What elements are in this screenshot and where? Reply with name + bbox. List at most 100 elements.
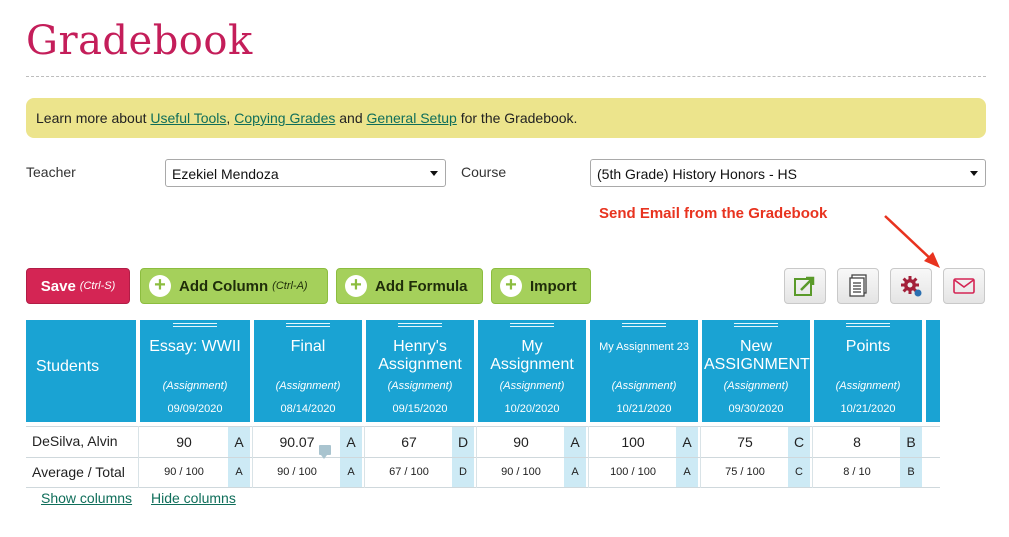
column-name: My Assignment 23 (599, 341, 689, 353)
show-columns-link[interactable]: Show columns (41, 490, 132, 506)
letter-grade: C (788, 458, 810, 487)
plus-icon: + (345, 275, 367, 297)
column-type: (Assignment) (723, 380, 789, 392)
info-banner: Learn more about Useful Tools, Copying G… (26, 98, 986, 138)
column-name: Points (845, 338, 891, 355)
hide-columns-link[interactable]: Hide columns (151, 490, 236, 506)
title-divider (26, 76, 986, 77)
callout-arrow-icon (884, 215, 940, 268)
add-column-shortcut: (Ctrl-A) (272, 280, 308, 292)
save-button[interactable]: Save (Ctrl-S) (26, 268, 130, 304)
envelope-icon (953, 278, 975, 294)
average-cell: 90 / 100 (501, 466, 541, 478)
letter-grade: A (340, 458, 362, 487)
info-suffix: for the Gradebook. (456, 110, 578, 126)
column-type: (Assignment) (499, 380, 565, 392)
info-sep: and (335, 110, 367, 126)
column-header[interactable]: Henry's Assignment (Assignment) 09/15/2020 (366, 320, 474, 422)
score-cell[interactable]: 8 (814, 427, 900, 457)
column-date: 10/20/2020 (504, 403, 560, 415)
teacher-select[interactable]: Ezekiel Mendoza (165, 159, 446, 187)
comment-icon[interactable] (319, 445, 331, 459)
course-select[interactable]: (5th Grade) History Honors - HS (590, 159, 986, 187)
average-cell: 90 / 100 (277, 466, 317, 478)
chevron-down-icon (970, 171, 978, 176)
column-date: 09/30/2020 (728, 403, 784, 415)
column-date: 10/21/2020 (616, 403, 672, 415)
gear-icon (901, 276, 922, 297)
document-icon (849, 274, 867, 297)
average-cell: 90 / 100 (164, 466, 204, 478)
drag-handle-icon[interactable] (734, 323, 778, 327)
email-button[interactable] (943, 268, 985, 304)
teacher-label: Teacher (26, 164, 76, 180)
column-header[interactable]: Essay: WWII (Assignment) 09/09/2020 (140, 320, 250, 422)
email-callout: Send Email from the Gradebook (599, 205, 828, 222)
letter-grade: D (452, 458, 474, 487)
drag-handle-icon[interactable] (622, 323, 666, 327)
letter-grade: A (564, 458, 586, 487)
column-type: (Assignment) (387, 380, 453, 392)
column-name: Essay: WWII (149, 338, 241, 355)
letter-grade: A (676, 427, 698, 457)
useful-tools-link[interactable]: Useful Tools (150, 110, 226, 126)
drag-handle-icon[interactable] (173, 323, 217, 327)
column-type: (Assignment) (835, 380, 901, 392)
save-shortcut: (Ctrl-S) (79, 280, 116, 292)
drag-handle-icon[interactable] (398, 323, 442, 327)
column-header[interactable]: Points (Assignment) 10/21/2020 (814, 320, 922, 422)
score-cell[interactable]: 75 (702, 427, 788, 457)
column-name: My Assignment (490, 338, 574, 373)
students-header: Students (26, 320, 136, 422)
letter-grade: A (340, 427, 362, 457)
drag-handle-icon[interactable] (846, 323, 890, 327)
column-date: 08/14/2020 (280, 403, 336, 415)
score-cell[interactable]: 90 (140, 427, 228, 457)
column-header[interactable]: Final (Assignment) 08/14/2020 (254, 320, 362, 422)
chevron-down-icon (430, 171, 438, 176)
column-type: (Assignment) (275, 380, 341, 392)
export-button[interactable] (784, 268, 826, 304)
score-cell[interactable]: 90 (478, 427, 564, 457)
column-name: New ASSIGNMENT (704, 338, 810, 373)
general-setup-link[interactable]: General Setup (367, 110, 457, 126)
average-cell: 75 / 100 (725, 466, 765, 478)
column-header[interactable]: My Assignment (Assignment) 10/20/2020 (478, 320, 586, 422)
letter-grade: C (788, 427, 810, 457)
column-date: 09/15/2020 (392, 403, 448, 415)
average-cell: 8 / 10 (843, 466, 871, 478)
import-label: Import (530, 277, 577, 295)
letter-grade: A (676, 458, 698, 487)
column-header[interactable]: My Assignment 23 (Assignment) 10/21/2020 (590, 320, 698, 422)
import-button[interactable]: + Import (491, 268, 591, 304)
column-type: (Assignment) (162, 380, 228, 392)
score-cell[interactable]: 67 (366, 427, 452, 457)
report-button[interactable] (837, 268, 879, 304)
score-cell[interactable]: 100 (590, 427, 676, 457)
course-label: Course (461, 164, 507, 180)
drag-handle-icon[interactable] (286, 323, 330, 327)
average-cell: 67 / 100 (389, 466, 429, 478)
export-icon (794, 276, 815, 296)
info-prefix: Learn more about (36, 110, 151, 126)
column-name: Henry's Assignment (378, 338, 462, 373)
plus-icon: + (500, 275, 522, 297)
column-date: 09/09/2020 (167, 403, 223, 415)
add-formula-button[interactable]: + Add Formula (336, 268, 483, 304)
average-cell: 100 / 100 (610, 466, 656, 478)
letter-grade: A (228, 427, 250, 457)
settings-button[interactable] (890, 268, 932, 304)
column-name: Final (290, 338, 326, 355)
plus-icon: + (149, 275, 171, 297)
course-select-value: (5th Grade) History Honors - HS (597, 166, 797, 182)
add-formula-label: Add Formula (375, 277, 468, 295)
letter-grade: A (564, 427, 586, 457)
average-total-label: Average / Total (32, 464, 125, 480)
drag-handle-icon[interactable] (510, 323, 554, 327)
add-column-button[interactable]: + Add Column (Ctrl-A) (140, 268, 328, 304)
letter-grade: B (900, 458, 922, 487)
page-title: Gradebook (26, 18, 253, 64)
column-header[interactable]: New ASSIGNMENT (Assignment) 09/30/2020 (702, 320, 810, 422)
copying-grades-link[interactable]: Copying Grades (234, 110, 335, 126)
student-name[interactable]: DeSilva, Alvin (32, 433, 118, 449)
